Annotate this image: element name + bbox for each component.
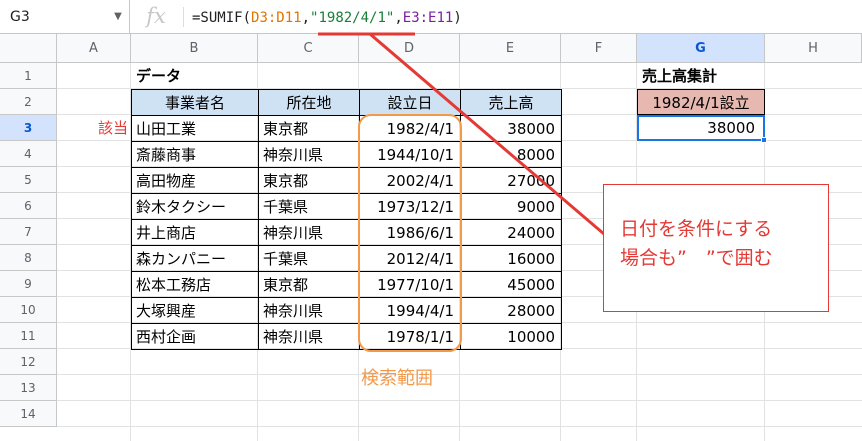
formula-bar: G3 ▼ fx =SUMIF(D3:D11,"1982/4/1",E3:E11)	[0, 0, 862, 34]
table-cell[interactable]: 10000	[460, 323, 562, 350]
row-header-2[interactable]: 2	[0, 89, 57, 115]
column-header-h[interactable]: H	[765, 34, 862, 63]
select-all-corner[interactable]	[0, 34, 57, 63]
row-header-14[interactable]: 14	[0, 401, 57, 427]
column-header-c[interactable]: C	[258, 34, 359, 63]
fx-icon: fx	[146, 4, 166, 28]
table-cell[interactable]: 1982/4/1	[359, 115, 461, 142]
row-header-10[interactable]: 10	[0, 297, 57, 323]
table-cell[interactable]: 24000	[460, 219, 562, 246]
row-header-4[interactable]: 4	[0, 141, 57, 167]
divider	[183, 7, 184, 27]
column-header-e[interactable]: E	[460, 34, 561, 63]
table-cell[interactable]: 1973/12/1	[359, 193, 461, 220]
table-body: 山田工業 東京都 1982/4/1 38000 斎藤商事 神奈川県 1944/10/1 800…	[131, 115, 562, 350]
table-row: 井上商店 神奈川県 1986/6/1 24000	[131, 219, 562, 246]
table-cell[interactable]: 山田工業	[131, 115, 259, 142]
data-table: 事業者名 所在地 設立日 売上高 山田工業 東京都 1982/4/1 38000 斎藤商事 神奈…	[131, 89, 562, 350]
table-row: 西村企画 神奈川県 1978/1/1 10000	[131, 323, 562, 350]
table-cell[interactable]: 東京都	[258, 167, 360, 194]
row-header-5[interactable]: 5	[0, 167, 57, 193]
table-title[interactable]: データ	[132, 63, 257, 89]
table-cell[interactable]: 神奈川県	[258, 141, 360, 168]
table-cell[interactable]: 森カンパニー	[131, 245, 259, 272]
table-cell[interactable]: 西村企画	[131, 323, 259, 350]
column-header-g[interactable]: G	[637, 34, 765, 63]
table-cell[interactable]: 大塚興産	[131, 297, 259, 324]
table-header-row: 事業者名 所在地 設立日 売上高	[131, 89, 562, 116]
row-header-6[interactable]: 6	[0, 193, 57, 219]
match-label[interactable]: 該当	[60, 115, 130, 141]
column-header-a[interactable]: A	[57, 34, 131, 63]
table-cell[interactable]: 1986/6/1	[359, 219, 461, 246]
table-cell[interactable]: 神奈川県	[258, 323, 360, 350]
table-header-cell[interactable]: 所在地	[258, 89, 360, 116]
table-cell[interactable]: 2002/4/1	[359, 167, 461, 194]
fill-handle[interactable]	[761, 137, 767, 143]
table-cell[interactable]: 2012/4/1	[359, 245, 461, 272]
column-header-b[interactable]: B	[131, 34, 258, 63]
table-row: 松本工務店 東京都 1977/10/1 45000	[131, 271, 562, 298]
row-header-7[interactable]: 7	[0, 219, 57, 245]
table-cell[interactable]: 千葉県	[258, 193, 360, 220]
row-header-9[interactable]: 9	[0, 271, 57, 297]
table-cell[interactable]: 27000	[460, 167, 562, 194]
formula-prefix: =SUMIF(	[192, 10, 252, 26]
formula-suffix: )	[453, 10, 462, 26]
row-header-1[interactable]: 1	[0, 63, 57, 89]
search-range-label: 検索範囲	[361, 368, 433, 389]
table-cell[interactable]: 東京都	[258, 271, 360, 298]
table-row: 大塚興産 神奈川県 1994/4/1 28000	[131, 297, 562, 324]
formula-comma: ,	[394, 10, 403, 26]
table-header-cell[interactable]: 設立日	[359, 89, 461, 116]
table-cell[interactable]: 斎藤商事	[131, 141, 259, 168]
table-cell[interactable]: 8000	[460, 141, 562, 168]
table-cell[interactable]: 28000	[460, 297, 562, 324]
grid-line	[57, 400, 862, 401]
row-header-8[interactable]: 8	[0, 245, 57, 271]
summary-header[interactable]: 1982/4/1設立	[637, 89, 765, 115]
row-header-11[interactable]: 11	[0, 323, 57, 349]
table-row: 鈴木タクシー 千葉県 1973/12/1 9000	[131, 193, 562, 220]
column-header-f[interactable]: F	[561, 34, 637, 63]
table-cell[interactable]: 東京都	[258, 115, 360, 142]
table-row: 山田工業 東京都 1982/4/1 38000	[131, 115, 562, 142]
callout-box: 日付を条件にする 場合も” ”で囲む	[603, 184, 829, 312]
table-cell[interactable]: 井上商店	[131, 219, 259, 246]
table-cell[interactable]: 松本工務店	[131, 271, 259, 298]
table-cell[interactable]: 9000	[460, 193, 562, 220]
formula-input[interactable]: =SUMIF(D3:D11,"1982/4/1",E3:E11)	[192, 0, 462, 34]
table-cell[interactable]: 1944/10/1	[359, 141, 461, 168]
summary-title[interactable]: 売上高集計	[638, 63, 764, 89]
summary-value-cell[interactable]: 38000	[637, 115, 765, 141]
chevron-down-icon[interactable]: ▼	[110, 0, 126, 34]
table-cell[interactable]: 1978/1/1	[359, 323, 461, 350]
row-header-12[interactable]: 12	[0, 349, 57, 375]
table-cell[interactable]: 鈴木タクシー	[131, 193, 259, 220]
table-header-cell[interactable]: 事業者名	[131, 89, 259, 116]
column-header-d[interactable]: D	[359, 34, 460, 63]
callout-line-2: 場合も” ”で囲む	[620, 247, 773, 269]
table-cell[interactable]: 1977/10/1	[359, 271, 461, 298]
table-cell[interactable]: 神奈川県	[258, 297, 360, 324]
grid-line	[57, 426, 862, 427]
formula-range-criteria: D3:D11	[251, 10, 302, 26]
table-cell[interactable]: 45000	[460, 271, 562, 298]
table-cell[interactable]: 1994/4/1	[359, 297, 461, 324]
formula-range-sum: E3:E11	[402, 10, 454, 26]
row-header-3[interactable]: 3	[0, 115, 57, 141]
table-cell[interactable]: 16000	[460, 245, 562, 272]
table-header-cell[interactable]: 売上高	[460, 89, 562, 116]
table-cell[interactable]: 千葉県	[258, 245, 360, 272]
table-cell[interactable]: 38000	[460, 115, 562, 142]
table-row: 森カンパニー 千葉県 2012/4/1 16000	[131, 245, 562, 272]
table-cell[interactable]: 神奈川県	[258, 219, 360, 246]
table-cell[interactable]: 高田物産	[131, 167, 259, 194]
row-header-13[interactable]: 13	[0, 375, 57, 401]
formula-criteria-string: "1982/4/1"	[310, 10, 395, 26]
formula-comma: ,	[301, 10, 311, 26]
callout-line-1: 日付を条件にする	[620, 218, 773, 240]
table-row: 斎藤商事 神奈川県 1944/10/1 8000	[131, 141, 562, 168]
table-row: 高田物産 東京都 2002/4/1 27000	[131, 167, 562, 194]
